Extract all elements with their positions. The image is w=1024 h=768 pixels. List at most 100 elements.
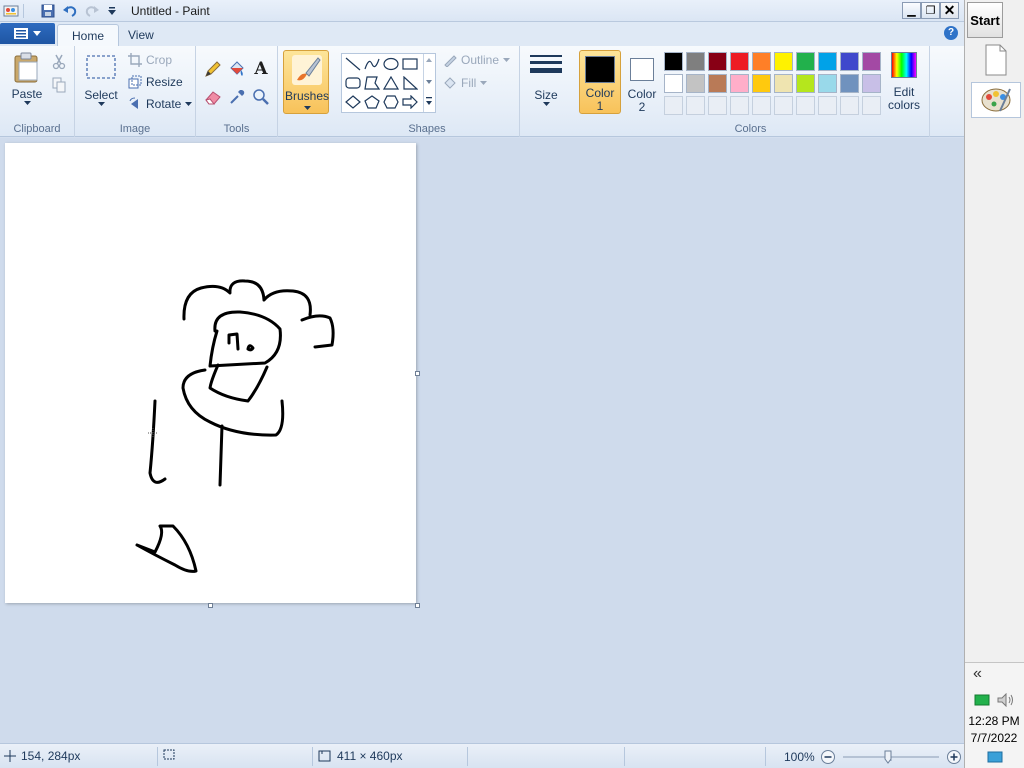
arrow-shape-icon[interactable] <box>401 94 419 110</box>
help-icon[interactable]: ? <box>944 26 958 40</box>
taskbar-paint-icon[interactable] <box>971 82 1021 118</box>
palette-swatch[interactable] <box>686 74 705 93</box>
custom-color-slot[interactable] <box>818 96 837 115</box>
custom-color-slot[interactable] <box>752 96 771 115</box>
resize-handle-bottom[interactable] <box>208 603 213 608</box>
palette-swatch[interactable] <box>752 74 771 93</box>
fill-icon <box>444 77 456 89</box>
resize-handle-right[interactable] <box>415 371 420 376</box>
tab-view[interactable]: View <box>114 24 168 46</box>
zoom-slider[interactable] <box>841 750 941 764</box>
taskbar: Start « 12:28 PM 7/7/2022 <box>964 0 1024 768</box>
resize-handle-corner[interactable] <box>415 603 420 608</box>
triangle-shape-icon[interactable] <box>382 75 400 91</box>
outline-button[interactable]: Outline <box>443 53 511 67</box>
palette-swatch[interactable] <box>686 52 705 71</box>
palette-swatch[interactable] <box>796 52 815 71</box>
oval-shape-icon[interactable] <box>382 56 400 72</box>
volume-icon[interactable] <box>997 693 1015 707</box>
custom-color-slot[interactable] <box>840 96 859 115</box>
collapse-tray-icon[interactable]: « <box>973 665 982 683</box>
color1-button[interactable]: Color 1 <box>579 50 621 114</box>
text-tool-icon[interactable]: A <box>250 58 272 80</box>
palette-swatch[interactable] <box>774 52 793 71</box>
custom-color-slot[interactable] <box>774 96 793 115</box>
cut-icon[interactable] <box>48 51 70 73</box>
size-icon <box>530 55 562 73</box>
rounded-rectangle-shape-icon[interactable] <box>344 75 362 91</box>
tab-home[interactable]: Home <box>57 24 120 46</box>
select-button[interactable]: Select <box>83 54 119 107</box>
drawing-canvas[interactable] <box>5 143 416 603</box>
crop-button[interactable]: Crop <box>128 53 172 67</box>
palette-swatch[interactable] <box>664 52 683 71</box>
palette-swatch[interactable] <box>774 74 793 93</box>
palette-swatch[interactable] <box>752 52 771 71</box>
fill-button[interactable]: Fill <box>443 76 488 90</box>
hexagon-shape-icon[interactable] <box>382 94 400 110</box>
color-picker-icon[interactable] <box>226 86 248 108</box>
customize-qat-icon[interactable] <box>103 2 121 20</box>
palette-swatch[interactable] <box>708 52 727 71</box>
show-desktop-icon[interactable] <box>987 751 1003 763</box>
paste-label: Paste <box>11 87 43 101</box>
app-menu-button[interactable] <box>0 23 55 44</box>
image-group-label: Image <box>119 123 151 135</box>
palette-swatch[interactable] <box>730 74 749 93</box>
pentagon-shape-icon[interactable] <box>363 94 381 110</box>
line-shape-icon[interactable] <box>344 56 362 72</box>
copy-icon[interactable] <box>48 74 70 96</box>
paint-app-icon[interactable] <box>2 2 20 20</box>
shapes-scrollbar[interactable] <box>423 54 435 112</box>
select-icon <box>86 55 116 79</box>
resize-label: Resize <box>146 75 183 89</box>
palette-swatch[interactable] <box>862 52 881 71</box>
right-triangle-shape-icon[interactable] <box>401 75 419 91</box>
palette-swatch[interactable] <box>730 52 749 71</box>
custom-color-slot[interactable] <box>796 96 815 115</box>
image-group: Select Crop Resize Rotate Image <box>75 46 196 137</box>
custom-color-slot[interactable] <box>708 96 727 115</box>
maximize-button[interactable]: ❐ <box>921 2 940 19</box>
palette-swatch[interactable] <box>796 74 815 93</box>
color2-button[interactable]: Color 2 <box>622 50 662 114</box>
paste-button[interactable]: Paste <box>8 52 46 106</box>
start-button[interactable]: Start <box>967 2 1003 38</box>
network-icon[interactable] <box>974 693 990 707</box>
palette-swatch[interactable] <box>664 74 683 93</box>
rectangle-shape-icon[interactable] <box>401 56 419 72</box>
save-icon[interactable] <box>39 2 57 20</box>
rotate-button[interactable]: Rotate <box>128 97 193 111</box>
palette-swatch[interactable] <box>818 74 837 93</box>
tools-group-label: Tools <box>223 123 250 135</box>
custom-color-slot[interactable] <box>686 96 705 115</box>
outline-label: Outline <box>461 53 500 67</box>
zoom-out-icon[interactable] <box>820 749 836 765</box>
magnifier-icon[interactable] <box>250 86 272 108</box>
custom-color-slot[interactable] <box>664 96 683 115</box>
taskbar-document-icon[interactable] <box>971 42 1021 78</box>
minimize-button[interactable]: ▁ <box>902 2 921 19</box>
fill-bucket-icon[interactable] <box>226 58 248 80</box>
custom-color-slot[interactable] <box>862 96 881 115</box>
custom-color-slot[interactable] <box>730 96 749 115</box>
zoom-in-icon[interactable] <box>946 749 962 765</box>
pencil-icon[interactable] <box>202 58 224 80</box>
palette-swatch[interactable] <box>818 52 837 71</box>
redo-icon[interactable] <box>83 2 101 20</box>
diamond-shape-icon[interactable] <box>344 94 362 110</box>
eraser-icon[interactable] <box>202 86 224 108</box>
palette-swatch[interactable] <box>862 74 881 93</box>
palette-swatch[interactable] <box>840 74 859 93</box>
palette-swatch[interactable] <box>840 52 859 71</box>
polygon-shape-icon[interactable] <box>363 75 381 91</box>
close-button[interactable]: ✕ <box>940 2 959 19</box>
select-label: Select <box>84 88 118 102</box>
curve-shape-icon[interactable] <box>363 56 381 72</box>
size-button[interactable]: Size <box>528 54 564 107</box>
palette-swatch[interactable] <box>708 74 727 93</box>
undo-icon[interactable] <box>61 2 79 20</box>
brushes-button[interactable]: Brushes <box>283 50 329 114</box>
resize-button[interactable]: Resize <box>128 75 183 89</box>
edit-colors-button[interactable]: Edit colors <box>884 52 924 116</box>
